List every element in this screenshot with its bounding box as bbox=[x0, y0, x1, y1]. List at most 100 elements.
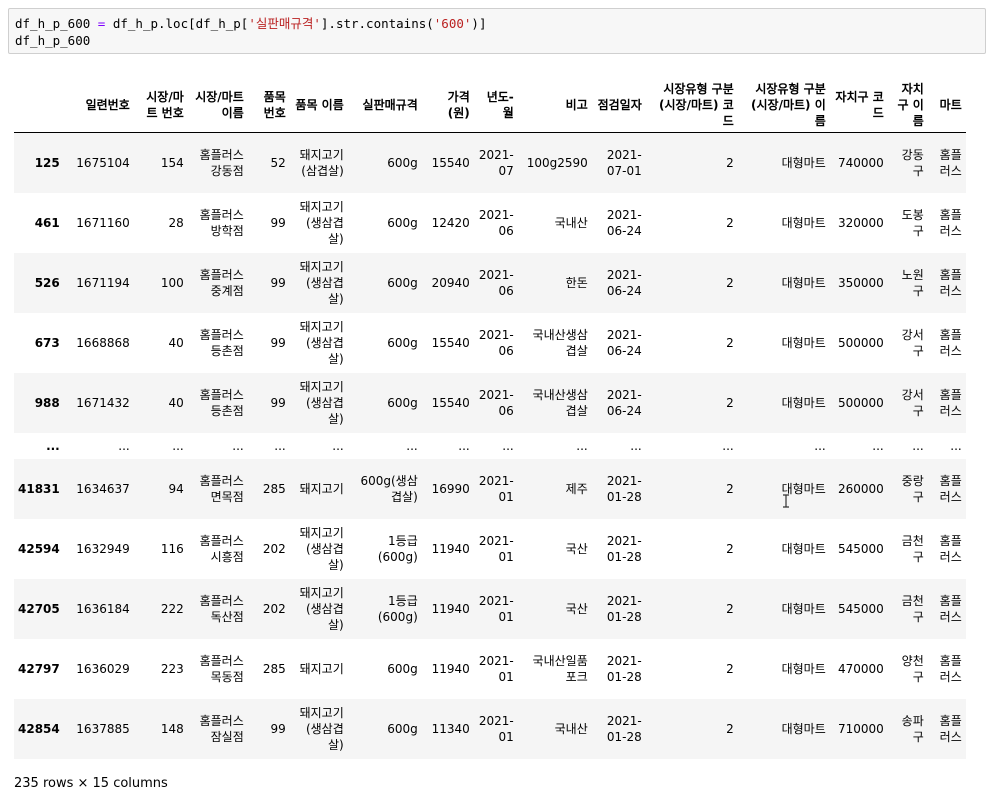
table-cell: 260000 bbox=[837, 481, 884, 496]
table-cell: 223 bbox=[160, 661, 184, 676]
table-header: 일련번호 시장/마트 번호 시장/마트 이름 품목 번호 품목 이름 실판매규격 가격(원)… bbox=[14, 78, 966, 133]
table-cell: 600g bbox=[387, 215, 418, 230]
table-cell: 제주 bbox=[565, 481, 588, 496]
table-cell: 1등급(600g) bbox=[377, 533, 418, 564]
table-cell: 홈플러스 bbox=[939, 653, 962, 684]
table-cell: 2 bbox=[726, 155, 734, 170]
table-cell: 대형마트 bbox=[781, 395, 826, 410]
table-cell: 2021-01-28 bbox=[606, 653, 642, 684]
table-row: 125 1675104 154 홈플러스 강동점 52 돼지고기(삼겹살) 600g 1554… bbox=[14, 132, 966, 193]
table-cell: 2021-06-24 bbox=[606, 207, 642, 238]
table-cell: ... bbox=[172, 438, 184, 453]
table-cell: 1637885 bbox=[76, 721, 130, 736]
table-row: 673 1668868 40 홈플러스 등촌점 99 돼지고기(생삼겹살) 600g 1554… bbox=[14, 312, 966, 373]
table-cell: 600g bbox=[387, 721, 418, 736]
table-cell: ... bbox=[458, 438, 470, 453]
row-index: 42705 bbox=[18, 601, 60, 616]
table-cell: 1671432 bbox=[76, 395, 130, 410]
table-cell: 11340 bbox=[431, 721, 470, 736]
table-cell: ... bbox=[332, 438, 344, 453]
code-token: df_h_p.loc[df_h_p[ bbox=[105, 16, 249, 31]
table-cell: 홈플러스 방학점 bbox=[199, 207, 244, 238]
table-cell: 대형마트 bbox=[781, 155, 826, 170]
dataframe-table: 일련번호 시장/마트 번호 시장/마트 이름 품목 번호 품목 이름 실판매규격 가격(원)… bbox=[14, 78, 966, 759]
table-cell: 국내산 bbox=[554, 721, 588, 736]
table-row: ........................................… bbox=[14, 432, 966, 459]
table-cell: 20940 bbox=[431, 275, 470, 290]
table-row: 988 1671432 40 홈플러스 등촌점 99 돼지고기(생삼겹살) 600g 1554… bbox=[14, 372, 966, 433]
table-cell: 노원구 bbox=[901, 267, 924, 298]
table-cell: 대형마트 bbox=[781, 721, 826, 736]
table-cell: 2021-01-28 bbox=[606, 473, 642, 504]
code-string: '실판매규격' bbox=[248, 16, 321, 31]
table-cell: 대형마트 bbox=[781, 335, 826, 350]
table-cell: 홈플러스 잠실점 bbox=[199, 713, 244, 744]
table-cell: 2 bbox=[726, 481, 734, 496]
table-cell: 홈플러스 bbox=[939, 327, 962, 358]
table-cell: 2021-01-28 bbox=[606, 533, 642, 564]
column-header: 가격(원) bbox=[421, 78, 474, 133]
table-cell: 545000 bbox=[837, 601, 884, 616]
table-cell: 대형마트 bbox=[781, 275, 826, 290]
table-cell: 2021-06-24 bbox=[606, 327, 642, 358]
row-index: ... bbox=[46, 438, 60, 453]
code-token: df_h_p_600 bbox=[15, 16, 98, 31]
code-cell[interactable]: df_h_p_600 = df_h_p.loc[df_h_p['실판매규격'].… bbox=[8, 8, 986, 54]
table-row: 42594 1632949 116 홈플러스 시흥점 202 돼지고기(생삼겹살) 1등급(… bbox=[14, 518, 966, 579]
table-cell: 대형마트 bbox=[781, 541, 826, 556]
table-cell: 2021-07-01 bbox=[606, 147, 642, 178]
table-cell: 600g bbox=[387, 661, 418, 676]
table-row: 41831 1634637 94 홈플러스 면목점 285 돼지고기 600g(생삼겹살) 1… bbox=[14, 458, 966, 519]
table-cell: 154 bbox=[160, 155, 184, 170]
table-cell: 송파구 bbox=[901, 713, 924, 744]
table-body: 125 1675104 154 홈플러스 강동점 52 돼지고기(삼겹살) 600g 1554… bbox=[14, 132, 966, 759]
table-cell: 홈플러스 면목점 bbox=[199, 473, 244, 504]
table-cell: 2021-01-28 bbox=[606, 593, 642, 624]
header-row: 일련번호 시장/마트 번호 시장/마트 이름 품목 번호 품목 이름 실판매규격 가격(원)… bbox=[14, 78, 966, 133]
table-cell: 40 bbox=[168, 395, 184, 410]
table-row: 42705 1636184 222 홈플러스 독산점 202 돼지고기(생삼겹살) 1등급(… bbox=[14, 578, 966, 639]
table-cell: 돼지고기(생삼겹살) bbox=[299, 379, 344, 426]
table-cell: 돼지고기(삼겹살) bbox=[299, 147, 344, 178]
table-cell: 600g bbox=[387, 335, 418, 350]
code-line-1: df_h_p_600 = df_h_p.loc[df_h_p['실판매규격'].… bbox=[15, 15, 985, 32]
table-cell: 홈플러스 bbox=[939, 147, 962, 178]
table-cell: 202 bbox=[262, 601, 286, 616]
table-cell: 홈플러스 강동점 bbox=[199, 147, 244, 178]
table-cell: 15540 bbox=[431, 395, 470, 410]
table-cell: 2021-06 bbox=[478, 387, 514, 418]
table-cell: ... bbox=[232, 438, 244, 453]
column-header: 시장/마트 번호 bbox=[133, 78, 188, 133]
column-header: 비고 bbox=[517, 78, 592, 133]
table-cell: 99 bbox=[270, 215, 286, 230]
table-cell: 1671160 bbox=[76, 215, 130, 230]
table-cell: 2021-01 bbox=[478, 533, 514, 564]
table-cell: 홈플러스 bbox=[939, 267, 962, 298]
table-cell: 1등급(600g) bbox=[377, 593, 418, 624]
table-cell: 홈플러스 bbox=[939, 473, 962, 504]
table-cell: 99 bbox=[270, 275, 286, 290]
table-cell: 12420 bbox=[431, 215, 470, 230]
column-header: 시장/마트 이름 bbox=[187, 78, 248, 133]
row-index: 42594 bbox=[18, 541, 60, 556]
table-cell: 강동구 bbox=[901, 147, 924, 178]
table-cell: 99 bbox=[270, 721, 286, 736]
column-header: 시장유형 구분(시장/마트) 이름 bbox=[737, 78, 830, 133]
table-cell: 2021-06-24 bbox=[606, 267, 642, 298]
table-cell: 홈플러스 등촌점 bbox=[199, 327, 244, 358]
table-cell: 국내산일품포크 bbox=[532, 653, 588, 684]
code-token: )] bbox=[471, 16, 487, 31]
column-header: 점검일자 bbox=[591, 78, 646, 133]
table-cell: 2021-01 bbox=[478, 713, 514, 744]
table-cell: ... bbox=[814, 438, 826, 453]
table-cell: 52 bbox=[270, 155, 286, 170]
table-cell: 홈플러스 등촌점 bbox=[199, 387, 244, 418]
column-header: 시장유형 구분(시장/마트) 코드 bbox=[645, 78, 738, 133]
table-cell: 돼지고기 bbox=[299, 661, 344, 676]
table-cell: 600g bbox=[387, 395, 418, 410]
table-cell: 2 bbox=[726, 335, 734, 350]
table-cell: 28 bbox=[168, 215, 184, 230]
row-index: 41831 bbox=[18, 481, 60, 496]
table-cell: 돼지고기(생삼겹살) bbox=[299, 199, 344, 246]
code-token: ].str.contains( bbox=[320, 16, 434, 31]
